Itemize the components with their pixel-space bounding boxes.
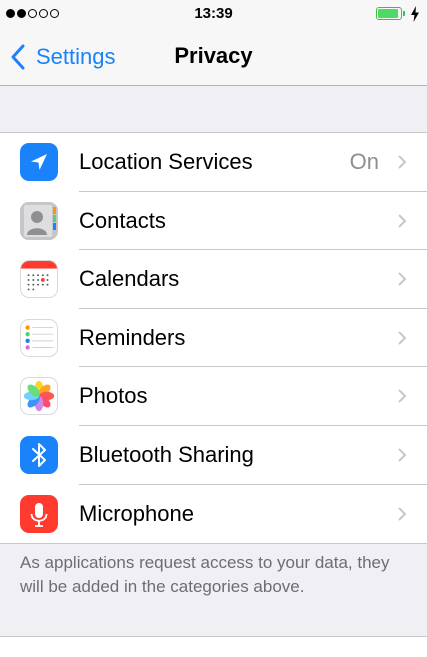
contacts-icon: [20, 201, 58, 240]
privacy-item-label: Microphone: [79, 500, 194, 526]
next-list-group: [0, 636, 427, 657]
privacy-item-contacts[interactable]: Contacts: [0, 192, 427, 251]
privacy-item-value: On: [349, 149, 379, 174]
privacy-item-label: Photos: [79, 383, 148, 409]
privacy-item-label: Calendars: [79, 266, 180, 292]
status-time: 13:39: [194, 5, 233, 22]
chevron-right-icon: [398, 272, 407, 286]
privacy-item-microphone[interactable]: Microphone: [0, 485, 427, 544]
battery-icon: [376, 7, 406, 20]
privacy-item-photos[interactable]: Photos: [0, 367, 427, 426]
status-bar: 13:39: [0, 0, 427, 28]
photos-icon: [20, 377, 58, 416]
bluetooth-icon: [20, 435, 58, 474]
privacy-item-calendars[interactable]: Calendars: [0, 250, 427, 309]
location-arrow-icon: [20, 143, 58, 181]
privacy-item-label: Bluetooth Sharing: [79, 441, 254, 467]
chevron-right-icon: [398, 389, 407, 404]
privacy-item-reminders[interactable]: Reminders: [0, 309, 427, 368]
privacy-item-label: Contacts: [79, 207, 166, 233]
privacy-footer-note: As applications request access to your d…: [20, 553, 390, 596]
reminders-icon: [20, 318, 58, 357]
privacy-item-bluetooth-sharing[interactable]: Bluetooth Sharing: [0, 426, 427, 485]
privacy-list: Location Services On Contacts Calendars …: [0, 132, 427, 545]
chevron-right-icon: [398, 213, 407, 228]
chevron-right-icon: [398, 155, 407, 169]
chevron-right-icon: [398, 506, 407, 521]
chevron-right-icon: [398, 331, 407, 345]
microphone-icon: [20, 494, 58, 533]
privacy-item-location-services[interactable]: Location Services On: [0, 133, 427, 192]
charging-bolt-icon: [411, 6, 419, 22]
privacy-item-label: Reminders: [79, 324, 186, 350]
privacy-item-label: Location Services: [79, 149, 253, 174]
calendar-icon: [20, 260, 58, 299]
chevron-right-icon: [398, 448, 407, 462]
page-title: Privacy: [174, 43, 253, 68]
navigation-bar: Settings Privacy: [0, 28, 427, 86]
